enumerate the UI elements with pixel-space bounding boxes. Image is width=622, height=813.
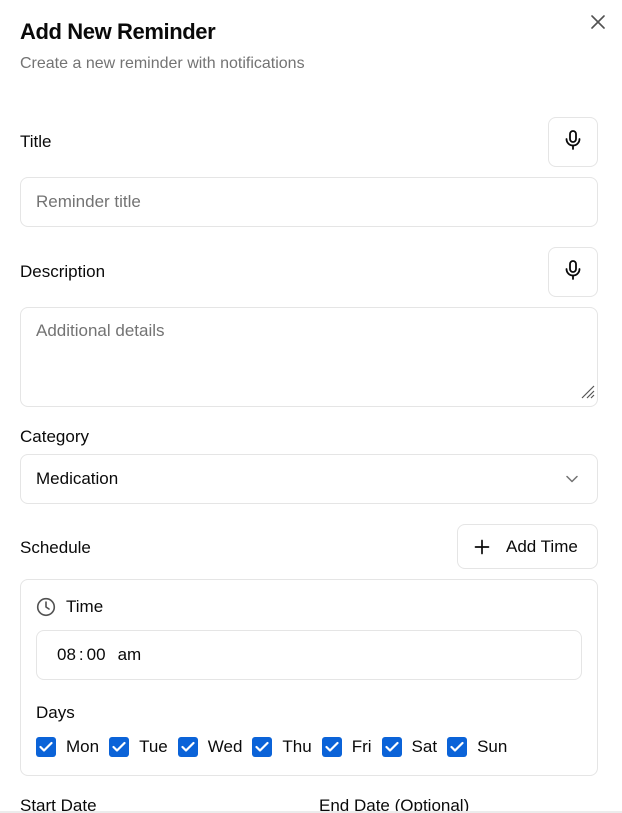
category-label: Category <box>20 427 89 446</box>
plus-icon <box>474 539 490 555</box>
check-icon <box>255 741 270 752</box>
day-label: Sun <box>477 737 508 756</box>
add-time-button[interactable]: Add Time <box>457 524 598 569</box>
time-separator: : <box>78 645 84 664</box>
day-mon[interactable]: Mon <box>36 737 99 757</box>
days-checkbox-group: Mon Tue Wed Thu Fri Sat Sun <box>36 737 517 757</box>
time-minute[interactable]: 00 <box>87 645 106 665</box>
time-input[interactable]: 08 : 00 am <box>36 630 582 680</box>
day-wed[interactable]: Wed <box>177 737 243 757</box>
check-icon <box>112 741 126 752</box>
checkbox-checked[interactable] <box>109 737 130 757</box>
resize-handle-icon[interactable] <box>579 383 595 404</box>
category-value: Medication <box>36 469 119 488</box>
day-fri[interactable]: Fri <box>321 737 372 757</box>
chevron-down-icon <box>566 475 578 483</box>
days-label: Days <box>36 703 75 722</box>
description-placeholder: Additional details <box>36 321 165 340</box>
checkbox-checked[interactable] <box>252 737 273 757</box>
clock-icon <box>36 597 56 622</box>
checkbox-checked[interactable] <box>381 737 402 757</box>
day-label: Thu <box>282 737 312 756</box>
time-label: Time <box>66 597 104 616</box>
description-label: Description <box>20 262 106 281</box>
checkbox-checked[interactable] <box>36 737 56 757</box>
checkbox-checked[interactable] <box>447 737 468 757</box>
day-label: Wed <box>207 737 243 756</box>
description-voice-button[interactable] <box>548 247 598 297</box>
add-time-label: Add Time <box>506 536 578 556</box>
time-period[interactable]: am <box>118 645 142 665</box>
category-select[interactable]: Medication <box>20 454 598 504</box>
time-hour[interactable]: 08 <box>57 645 76 665</box>
time-slot-card: Time 08 : 00 am Days Mon Tue Wed Thu Fri… <box>20 579 598 776</box>
check-icon <box>384 741 399 752</box>
title-voice-button[interactable] <box>548 117 598 167</box>
schedule-label: Schedule <box>20 538 91 557</box>
check-icon <box>181 741 195 752</box>
checkbox-checked[interactable] <box>177 737 198 757</box>
close-icon[interactable] <box>588 12 608 32</box>
title-label: Title <box>20 132 52 151</box>
day-tue[interactable]: Tue <box>109 737 168 757</box>
add-reminder-dialog: Add New Reminder Create a new reminder w… <box>0 0 622 813</box>
description-textarea[interactable]: Additional details <box>20 307 598 407</box>
title-placeholder: Reminder title <box>36 192 141 211</box>
dialog-subtitle: Create a new reminder with notifications <box>20 55 305 72</box>
day-label: Sat <box>411 737 438 756</box>
day-label: Fri <box>351 737 372 756</box>
day-label: Tue <box>139 737 168 756</box>
day-sun[interactable]: Sun <box>447 737 507 757</box>
microphone-icon <box>564 259 582 285</box>
check-icon <box>325 741 339 752</box>
check-icon <box>450 741 464 752</box>
title-input[interactable]: Reminder title <box>20 177 598 227</box>
microphone-icon <box>564 129 582 155</box>
dialog-title: Add New Reminder <box>20 19 216 44</box>
day-thu[interactable]: Thu <box>252 737 312 757</box>
check-icon <box>39 741 53 752</box>
checkbox-checked[interactable] <box>321 737 342 757</box>
day-label: Mon <box>66 737 100 756</box>
day-sat[interactable]: Sat <box>381 737 438 757</box>
